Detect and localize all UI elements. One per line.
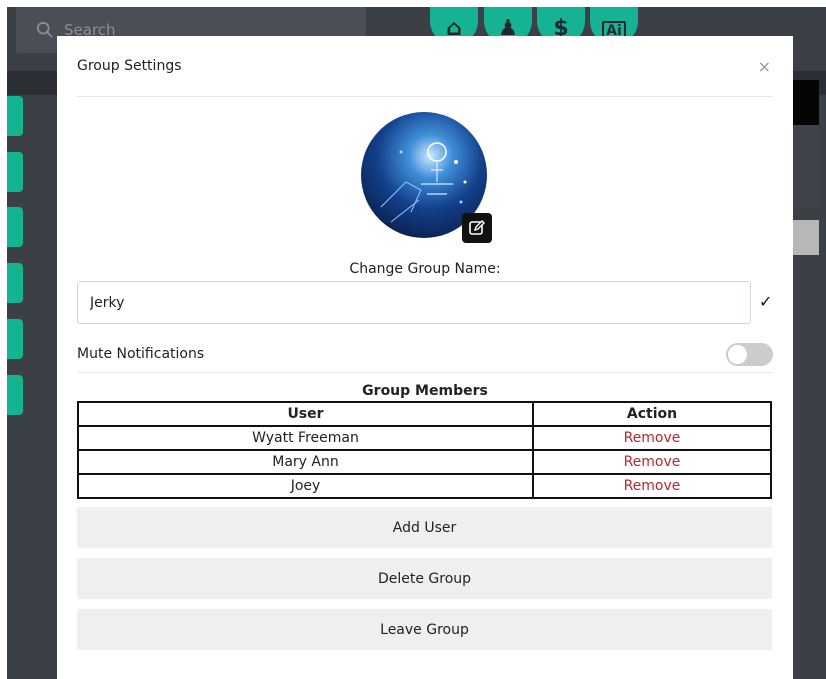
sidebar-tab[interactable] — [7, 152, 23, 192]
table-row: Mary Ann Remove — [77, 449, 772, 475]
edit-icon — [469, 220, 485, 235]
members-table-header: User Action — [77, 401, 772, 427]
members-table: User Action Wyatt Freeman Remove Mary An… — [77, 401, 772, 499]
group-avatar-container — [361, 112, 492, 243]
member-name: Mary Ann — [77, 449, 534, 475]
group-settings-modal: Group Settings × Change Group Name: Jerk… — [57, 36, 793, 679]
member-name: Wyatt Freeman — [77, 425, 534, 451]
remove-member-link[interactable]: Remove — [624, 454, 681, 470]
sidebar-tab[interactable] — [7, 319, 23, 359]
mute-notifications-row: Mute Notifications — [77, 336, 773, 373]
change-group-name-label: Change Group Name: — [349, 261, 501, 277]
sidebar-tab[interactable] — [7, 207, 23, 247]
mute-notifications-toggle[interactable] — [726, 342, 773, 366]
sidebar-tab[interactable] — [7, 96, 23, 136]
confirm-check-icon[interactable]: ✓ — [759, 292, 772, 311]
edit-avatar-button[interactable] — [462, 213, 492, 243]
member-name: Joey — [77, 473, 534, 499]
table-row: Joey Remove — [77, 473, 772, 499]
add-user-button[interactable]: Add User — [77, 507, 772, 548]
close-icon[interactable]: × — [758, 57, 771, 76]
leave-group-button[interactable]: Leave Group — [77, 609, 772, 650]
remove-member-link[interactable]: Remove — [624, 478, 681, 494]
group-members-title: Group Members — [362, 383, 488, 399]
modal-header: Group Settings × — [77, 36, 773, 97]
sidebar-tab[interactable] — [7, 263, 23, 303]
modal-title: Group Settings — [77, 58, 182, 74]
column-header-user: User — [77, 401, 534, 427]
delete-group-button[interactable]: Delete Group — [77, 558, 772, 599]
remove-member-link[interactable]: Remove — [624, 430, 681, 446]
sidebar-tab[interactable] — [7, 375, 23, 415]
mute-notifications-label: Mute Notifications — [77, 346, 205, 362]
group-name-input[interactable] — [77, 281, 751, 324]
column-header-action: Action — [532, 401, 772, 427]
search-icon — [36, 21, 53, 38]
table-row: Wyatt Freeman Remove — [77, 425, 772, 451]
toggle-knob — [728, 344, 747, 364]
